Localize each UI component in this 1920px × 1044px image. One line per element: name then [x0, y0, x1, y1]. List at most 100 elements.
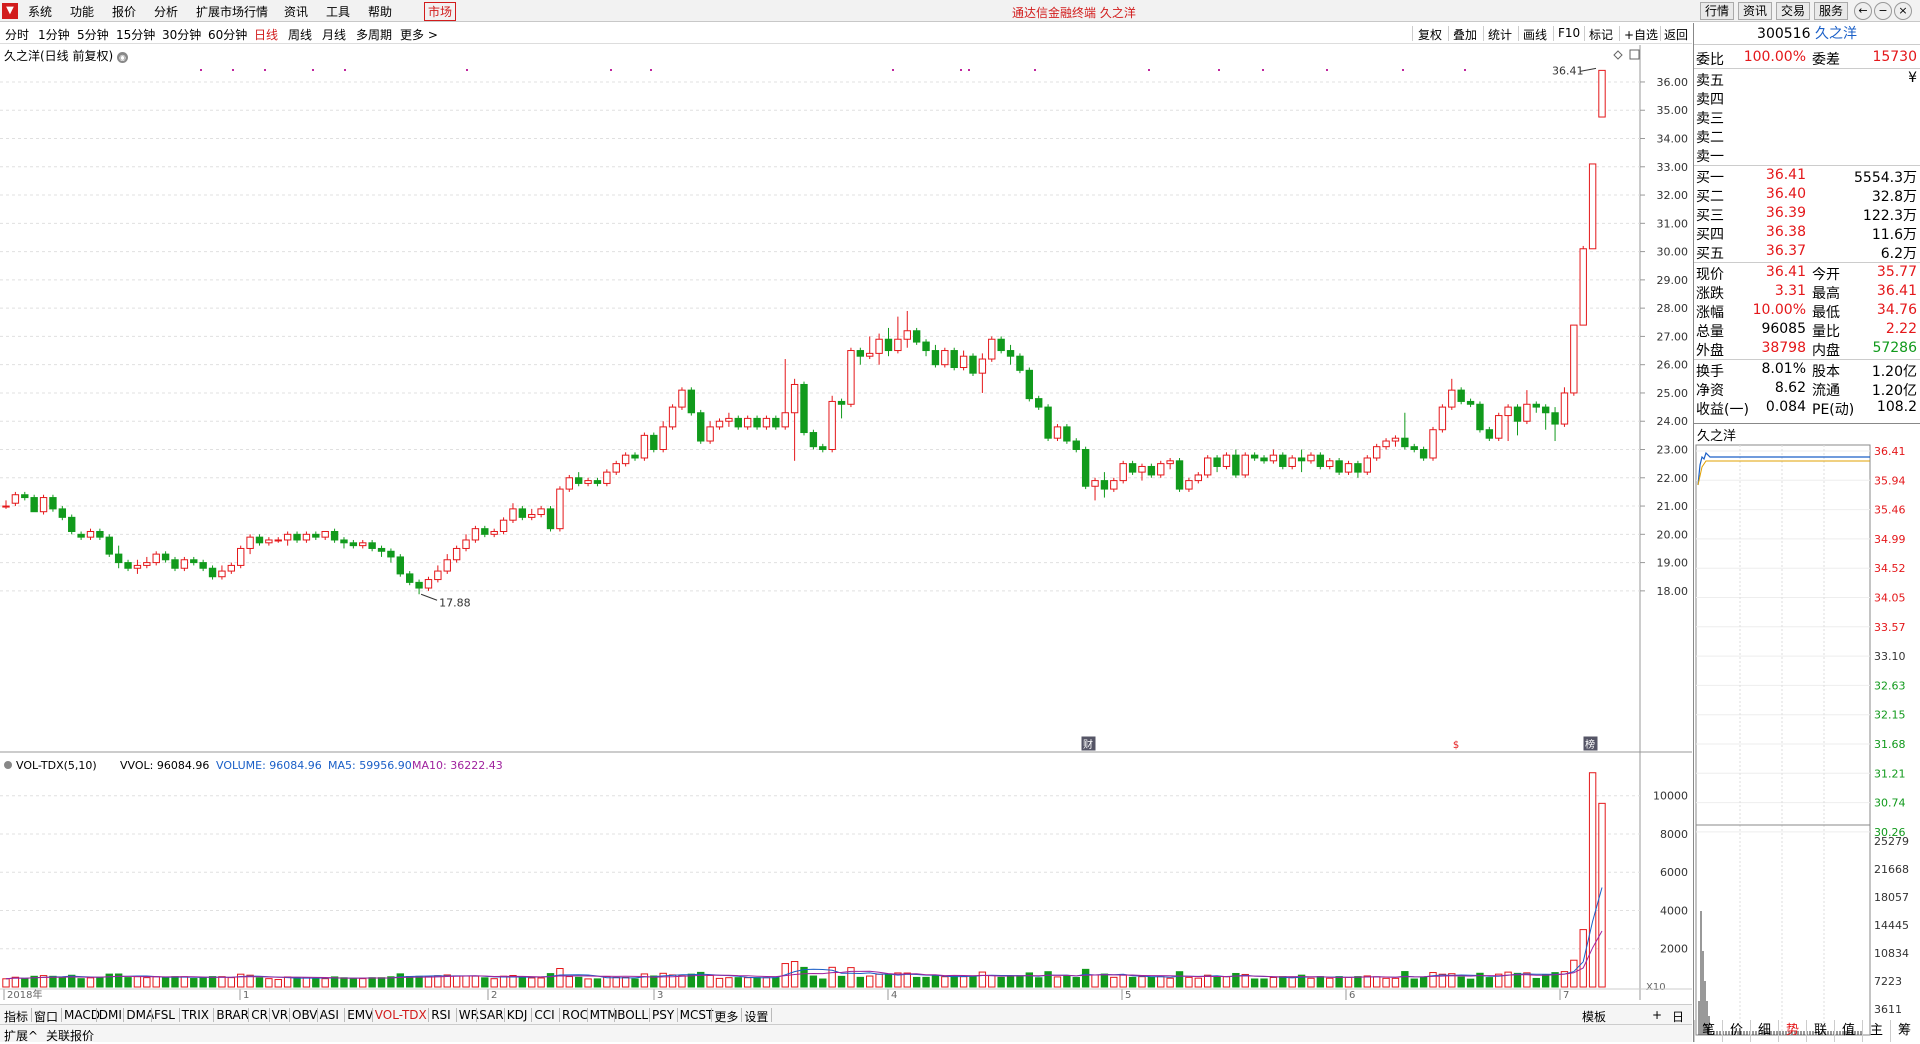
volume-chart[interactable]: VOL-TDX(5,10) VVOL: 96084.96 VOLUME: 96084…: [0, 753, 1692, 1000]
period-60min[interactable]: 60分钟: [208, 26, 247, 43]
indicator-tab[interactable]: ASI: [320, 1008, 339, 1022]
candle-body: [1551, 412, 1559, 425]
indicator-tab[interactable]: DMI: [99, 1008, 122, 1022]
candle-body: [997, 338, 1005, 352]
tool-f10[interactable]: F10: [1558, 26, 1580, 40]
indicator-tab[interactable]: TRIX: [182, 1008, 209, 1022]
period-30min[interactable]: 30分钟: [162, 26, 201, 43]
candle-body: [368, 542, 376, 549]
sidebar-tab[interactable]: 势: [1778, 1020, 1806, 1042]
top-btn-quotes[interactable]: 行情: [1700, 2, 1735, 20]
top-btn-news[interactable]: 资讯: [1738, 2, 1773, 20]
tool-mark[interactable]: 标记: [1589, 26, 1613, 43]
indicator-tab[interactable]: BRAR: [216, 1008, 249, 1022]
indicator-separator: [676, 1008, 678, 1022]
indicator-tab[interactable]: PSY: [652, 1008, 674, 1022]
sidebar-tab[interactable]: 细: [1750, 1020, 1778, 1042]
indicator-tab[interactable]: MCST: [680, 1008, 714, 1022]
period-15min[interactable]: 15分钟: [116, 26, 155, 43]
indicator-tab[interactable]: 更多: [714, 1008, 738, 1025]
event-marker: 财: [1083, 738, 1093, 751]
indicator-tab[interactable]: OBV: [292, 1008, 318, 1022]
indicator-tab[interactable]: RSI: [431, 1008, 451, 1022]
period-daily[interactable]: 日线: [254, 26, 278, 43]
indicator-tab[interactable]: 指标: [4, 1008, 28, 1025]
period-multi[interactable]: 多周期: [356, 26, 392, 43]
period-5min[interactable]: 5分钟: [77, 26, 109, 43]
indicator-tab[interactable]: 窗口: [34, 1008, 58, 1025]
status-related-quote[interactable]: 关联报价: [46, 1027, 94, 1044]
candle-body: [969, 355, 977, 374]
tool-separator: [1619, 26, 1620, 41]
indicator-tab[interactable]: CR: [251, 1008, 268, 1022]
status-expand[interactable]: 扩展^: [4, 1027, 38, 1044]
indicator-tab[interactable]: SAR: [479, 1008, 503, 1022]
price-chart[interactable]: 36.00 35.00 34.00 33.00 32.00 31.00 30.00 29.00…: [0, 45, 1692, 753]
indicator-tab[interactable]: VR: [272, 1008, 289, 1022]
candle-body: [574, 477, 583, 484]
top-btn-trade[interactable]: 交易: [1776, 2, 1811, 20]
period-1min[interactable]: 1分钟: [38, 26, 70, 43]
intraday-mini-chart[interactable]: 36.41 35.94 35.46 34.99 34.52 34.05 33.57 33.10…: [1694, 441, 1920, 1037]
volume-bar: [143, 977, 151, 988]
top-btn-service[interactable]: 服务: [1814, 2, 1849, 20]
menu-help[interactable]: 帮助: [368, 3, 392, 20]
close-icon[interactable]: ×: [1894, 2, 1912, 20]
app-logo-icon[interactable]: ▼: [2, 3, 18, 19]
volume-tick-label: 10000: [1653, 790, 1688, 803]
indicator-tab[interactable]: 设置: [744, 1008, 768, 1025]
tool-rights[interactable]: 复权: [1418, 26, 1442, 43]
indicator-tab[interactable]: ROC: [562, 1008, 588, 1022]
sidebar-tab[interactable]: 筹: [1890, 1020, 1918, 1042]
sidebar-tab[interactable]: 价: [1722, 1020, 1750, 1042]
tool-stats[interactable]: 统计: [1488, 26, 1512, 43]
indicator-tab[interactable]: VOL-TDX: [375, 1008, 427, 1022]
volume-bar: [265, 978, 273, 988]
divider: [1694, 423, 1920, 424]
period-weekly[interactable]: 周线: [288, 26, 312, 43]
tool-draw[interactable]: 画线: [1523, 26, 1547, 43]
menu-market[interactable]: 市场: [424, 2, 457, 21]
template-button[interactable]: 模板: [1582, 1008, 1606, 1025]
chart-area[interactable]: 36.00 35.00 34.00 33.00 32.00 31.00 30.00 29.00…: [0, 45, 1692, 1000]
back-icon[interactable]: ←: [1854, 2, 1872, 20]
menu-tools[interactable]: 工具: [326, 3, 350, 20]
period-more[interactable]: 更多 >: [400, 26, 438, 43]
indicator-tab[interactable]: EMV: [347, 1008, 373, 1022]
sidebar-tab[interactable]: 笔: [1694, 1020, 1722, 1042]
tool-overlay[interactable]: 叠加: [1453, 26, 1477, 43]
menu-news[interactable]: 资讯: [284, 3, 308, 20]
sidebar-tab[interactable]: 联: [1806, 1020, 1834, 1042]
candle-body: [443, 559, 451, 572]
menu-system[interactable]: 系统: [28, 3, 52, 20]
event-marker-dot: [1326, 69, 1328, 71]
period-timeshare[interactable]: 分时: [5, 26, 29, 43]
menu-ext-market[interactable]: 扩展市场行情: [196, 3, 268, 20]
period-monthly[interactable]: 月线: [322, 26, 346, 43]
tool-back[interactable]: 返回: [1664, 26, 1688, 43]
menu-quote[interactable]: 报价: [112, 3, 136, 20]
quote-cell: 100.00%: [1743, 49, 1806, 65]
indicator-tab[interactable]: FSL: [154, 1008, 175, 1022]
candle-body: [96, 530, 104, 538]
candle-body: [528, 514, 536, 518]
high-label: 36.41: [1552, 64, 1584, 77]
indicator-tab[interactable]: KDJ: [507, 1008, 528, 1022]
sidebar-tab[interactable]: 主: [1862, 1020, 1890, 1042]
add-indicator-button[interactable]: +: [1652, 1008, 1662, 1022]
volume-tick-label: 6000: [1660, 866, 1688, 879]
quote-cell: 15730: [1872, 49, 1917, 65]
candle-body: [743, 417, 752, 428]
tool-add-favorite[interactable]: +自选: [1624, 26, 1658, 43]
indicator-tab[interactable]: MACD: [64, 1008, 100, 1022]
candle-body: [1072, 440, 1080, 451]
price-tick-label: 18.00: [1657, 585, 1689, 598]
indicator-tab[interactable]: CCI: [534, 1008, 554, 1022]
menu-analysis[interactable]: 分析: [154, 3, 178, 20]
sidebar-tab[interactable]: 值: [1834, 1020, 1862, 1042]
volume-bar: [1194, 977, 1202, 988]
candle-body: [1419, 449, 1428, 459]
indicator-tab[interactable]: BOLL: [617, 1008, 648, 1022]
minimize-icon[interactable]: −: [1874, 2, 1892, 20]
menu-function[interactable]: 功能: [70, 3, 94, 20]
